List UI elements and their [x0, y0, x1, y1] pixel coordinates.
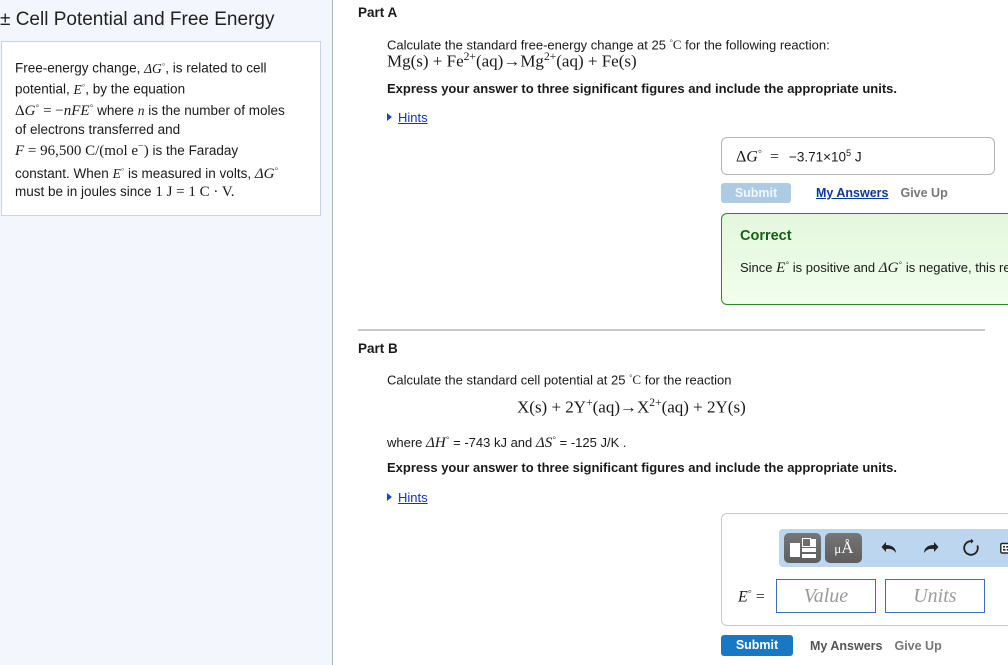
- undo-icon[interactable]: [872, 533, 907, 563]
- part-b-hints-link[interactable]: Hints: [398, 490, 428, 505]
- chevron-right-icon-2: [387, 493, 392, 501]
- correct-title: Correct: [740, 228, 792, 244]
- part-b-hints-row[interactable]: Hints: [387, 488, 428, 506]
- delta-g-symbol: ΔG◦: [144, 59, 166, 76]
- part-a-answer-value: −3.71×105 J: [788, 147, 862, 165]
- redo-icon[interactable]: [913, 533, 948, 563]
- intro-line1-b: , is related to cell: [165, 60, 267, 76]
- part-b-instruction: Express your answer to three significant…: [387, 460, 897, 475]
- correct-text-a: Since: [740, 260, 777, 275]
- template-glyph: [789, 538, 816, 558]
- intro-line1-a: Free-energy change,: [15, 60, 145, 76]
- correct-text-b: is positive and: [789, 260, 879, 275]
- delta-h-symbol: ΔH◦: [426, 432, 450, 451]
- reset-circle-svg: [963, 538, 979, 556]
- units-glyph: μÅ: [834, 538, 854, 557]
- undo-arrow-svg: [881, 542, 896, 553]
- delta-g-symbol-2: ΔG◦: [254, 162, 279, 182]
- intro-line7-a: must be in joules since: [15, 184, 156, 199]
- keyboard-svg: [1000, 542, 1008, 554]
- part-a-hints-row[interactable]: Hints: [387, 108, 428, 126]
- where-text-b: = -743 kJ and: [449, 435, 536, 450]
- correct-text-c: is negative, this reaction is spontaneou…: [905, 260, 1008, 275]
- degree-c-unit-2: ◦C: [629, 372, 642, 388]
- part-a-equation: Mg(s) + Fe2+(aq)→Mg2+(aq) + Fe(s): [387, 50, 637, 71]
- gibbs-equation: ΔG◦ = −nFE◦: [15, 100, 94, 119]
- units-input[interactable]: Units: [884, 579, 985, 613]
- where-text-a: where: [387, 435, 427, 450]
- right-content-panel: Part A Calculate the standard free-energ…: [334, 0, 1008, 665]
- intro-info-box: Free-energy change, ΔG◦, is related to c…: [1, 41, 321, 216]
- reset-icon[interactable]: [953, 533, 988, 563]
- part-b-answer-label: E◦ =: [738, 585, 765, 606]
- faraday-equation: F = 96,500 C/(mol e−): [15, 141, 149, 159]
- part-a-submit-button[interactable]: Submit: [721, 183, 791, 203]
- intro-line2-a: potential,: [15, 81, 74, 97]
- page-root: ± Cell Potential and Free Energy Free-en…: [0, 0, 1008, 665]
- part-b-my-answers-link[interactable]: My Answers: [810, 639, 882, 653]
- intro-line4: of electrons transferred and: [15, 121, 181, 137]
- redo-arrow-svg: [924, 542, 939, 553]
- part-a-hints-link[interactable]: Hints: [398, 110, 428, 125]
- keyboard-icon[interactable]: [994, 533, 1008, 563]
- part-b-answer-widget: μÅ E◦ = Value Units: [721, 513, 1008, 626]
- section-divider: [358, 329, 985, 331]
- intro-line6-a: constant. When: [15, 165, 113, 181]
- part-b-equation: X(s) + 2Y+(aq)→X2+(aq) + 2Y(s): [517, 396, 746, 417]
- part-a-give-up-link[interactable]: Give Up: [900, 186, 947, 200]
- part-a-action-row: Submit My Answers Give Up: [721, 183, 948, 203]
- part-a-my-answers-link[interactable]: My Answers: [816, 186, 888, 200]
- where-text-c: = -125 J/K .: [556, 435, 627, 450]
- part-a-answer-box[interactable]: ΔG◦ = −3.71×105 J: [721, 137, 995, 175]
- units-micro-angstrom-icon[interactable]: μÅ: [825, 533, 863, 563]
- e-standard-symbol: E◦: [73, 80, 86, 97]
- e-standard-symbol-2: E◦: [112, 164, 125, 181]
- intro-line3-after: where: [93, 103, 138, 118]
- joule-equation: 1 J = 1 C · V.: [155, 184, 235, 200]
- part-a-instruction: Express your answer to three significant…: [387, 81, 897, 96]
- delta-g-symbol-3: ΔG◦: [878, 257, 903, 276]
- template-icon[interactable]: [784, 533, 822, 563]
- part-b-where-line: where ΔH◦ = -743 kJ and ΔS◦ = -125 J/K .: [387, 430, 626, 452]
- part-a-correct-feedback: Correct Since E◦ is positive and ΔG◦ is …: [721, 213, 1008, 305]
- intro-line5-after: is the Faraday: [148, 143, 239, 158]
- part-b-prompt: Calculate the standard cell potential at…: [387, 372, 732, 388]
- intro-line2-b: , by the equation: [85, 81, 186, 97]
- intro-line3-tail: is the number of moles: [144, 103, 285, 118]
- chevron-right-icon: [387, 113, 392, 121]
- part-a-answer-label: ΔG◦ =: [736, 145, 779, 166]
- part-b-action-row: Submit My Answers Give Up: [721, 635, 942, 656]
- page-title: ± Cell Potential and Free Energy: [0, 9, 275, 30]
- delta-s-symbol: ΔS◦: [535, 432, 557, 451]
- part-b-input-row: E◦ = Value Units: [738, 579, 985, 613]
- degree-c-unit: ◦C: [669, 37, 682, 53]
- intro-text: Free-energy change, ΔG◦, is related to c…: [15, 56, 304, 202]
- e-standard-symbol-3: E◦: [776, 257, 790, 276]
- part-a-heading: Part A: [358, 5, 398, 20]
- part-b-submit-button[interactable]: Submit: [721, 635, 793, 656]
- left-panel: ± Cell Potential and Free Energy Free-en…: [0, 0, 333, 665]
- part-b-heading: Part B: [358, 341, 398, 356]
- part-b-give-up-link[interactable]: Give Up: [894, 639, 941, 653]
- correct-body: Since E◦ is positive and ΔG◦ is negative…: [740, 255, 1008, 277]
- intro-line6-b: is measured in volts,: [124, 165, 255, 181]
- value-input[interactable]: Value: [775, 579, 876, 613]
- answer-toolbar: μÅ: [779, 529, 1008, 567]
